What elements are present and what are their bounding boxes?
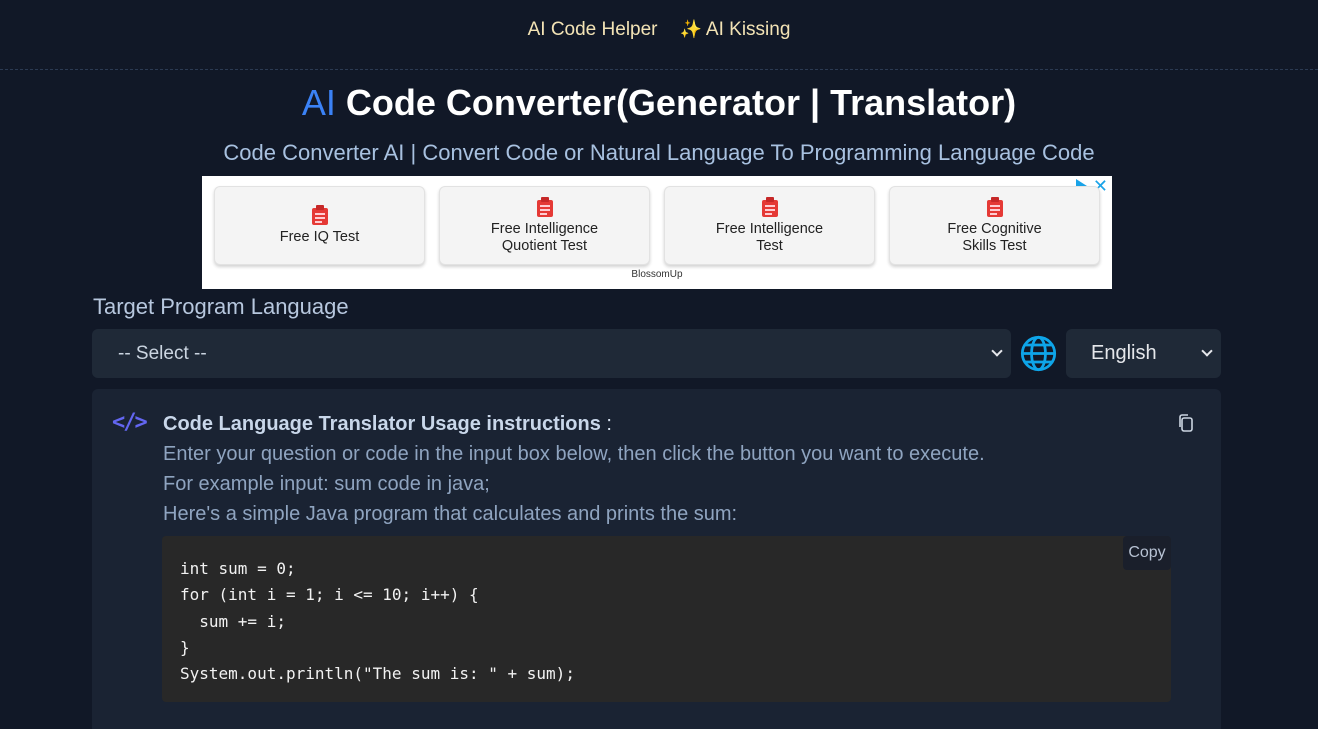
top-nav: AI Code Helper ✨ AI Kissing: [0, 0, 1318, 70]
page-title: AI Code Converter(Generator | Translator…: [0, 82, 1318, 124]
ad-card-line1: Free Cognitive: [947, 220, 1042, 237]
instruction-line: For example input: sum code in java;: [163, 473, 490, 495]
globe-icon[interactable]: [1020, 335, 1057, 372]
clipboard-icon: [536, 196, 553, 217]
copy-icon[interactable]: [1176, 413, 1196, 433]
chevron-down-icon: [991, 345, 1003, 357]
code-content: int sum = 0; for (int i = 1; i <= 10; i+…: [180, 559, 575, 684]
code-block: Copy int sum = 0; for (int i = 1; i <= 1…: [162, 536, 1171, 702]
page-subtitle: Code Converter AI | Convert Code or Natu…: [223, 140, 1095, 165]
title-ai: AI: [301, 82, 336, 123]
copy-code-button[interactable]: Copy: [1123, 536, 1171, 570]
nav-label: AI Code Helper: [527, 18, 658, 40]
title-rest: Code Converter(Generator | Translator): [335, 82, 1017, 123]
ad-card-line1: Free IQ Test: [279, 229, 360, 245]
target-language-select[interactable]: -- Select --: [92, 329, 1011, 378]
select-value: -- Select --: [118, 342, 207, 364]
ad-card[interactable]: Free Intelligence Test: [664, 186, 875, 265]
ad-card[interactable]: Free Cognitive Skills Test: [889, 186, 1100, 265]
ad-cards: Free IQ Test Free Intelligence Quotient …: [214, 186, 1100, 265]
ad-card-line2: Test: [756, 237, 783, 254]
clipboard-icon: [986, 196, 1003, 217]
ad-card-line2: Quotient Test: [501, 237, 588, 254]
ad-card[interactable]: Free IQ Test: [214, 186, 425, 265]
code-icon: </>: [112, 410, 148, 435]
instruction-line: Enter your question or code in the input…: [163, 443, 985, 465]
nav-label: AI Kissing: [705, 18, 791, 40]
ui-language-select[interactable]: English: [1066, 329, 1221, 378]
chevron-down-icon: [1201, 345, 1213, 357]
instruction-line: Here's a simple Java program that calcul…: [163, 503, 738, 525]
ad-card-line1: Free Intelligence: [715, 220, 824, 237]
ad-card[interactable]: Free Intelligence Quotient Test: [439, 186, 650, 265]
nav-ai-kissing[interactable]: ✨ AI Kissing: [680, 19, 791, 41]
instructions-title-text: Code Language Translator Usage instructi…: [163, 413, 601, 435]
target-language-label: Target Program Language: [93, 294, 349, 319]
clipboard-icon: [761, 196, 778, 217]
sparkle-icon: ✨: [679, 19, 702, 39]
clipboard-icon: [311, 205, 328, 225]
instructions-title-suffix: :: [600, 413, 612, 435]
ad-sponsor: BlossomUp: [631, 269, 683, 280]
nav-ai-code-helper[interactable]: AI Code Helper: [528, 19, 658, 41]
ad-card-line2: Skills Test: [962, 237, 1027, 254]
instructions-title: Code Language Translator Usage instructi…: [163, 413, 612, 436]
select-value: English: [1091, 342, 1157, 364]
ad-banner: ✕ Free IQ Test Free Intelligence Quotien…: [202, 176, 1112, 289]
ad-card-line1: Free Intelligence: [490, 220, 599, 237]
